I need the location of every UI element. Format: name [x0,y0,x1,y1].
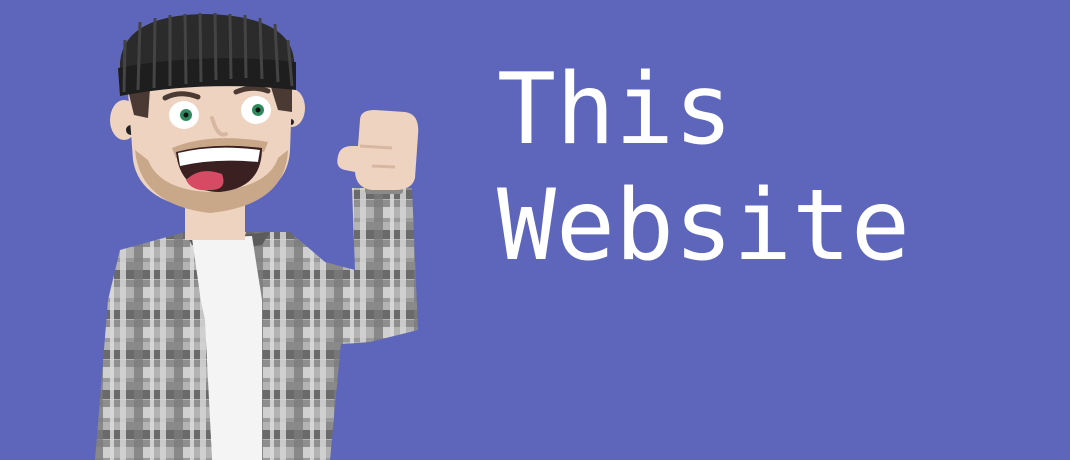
headline-line-2: Website [497,169,911,283]
hero-banner: This Website [0,0,1070,460]
page-headline: This Website [497,52,910,284]
beanie-hat [118,12,296,96]
waving-man-illustration [95,12,419,460]
raised-fist [337,110,419,190]
headline-line-1: This [497,53,734,167]
raised-arm-sleeve [325,188,418,345]
